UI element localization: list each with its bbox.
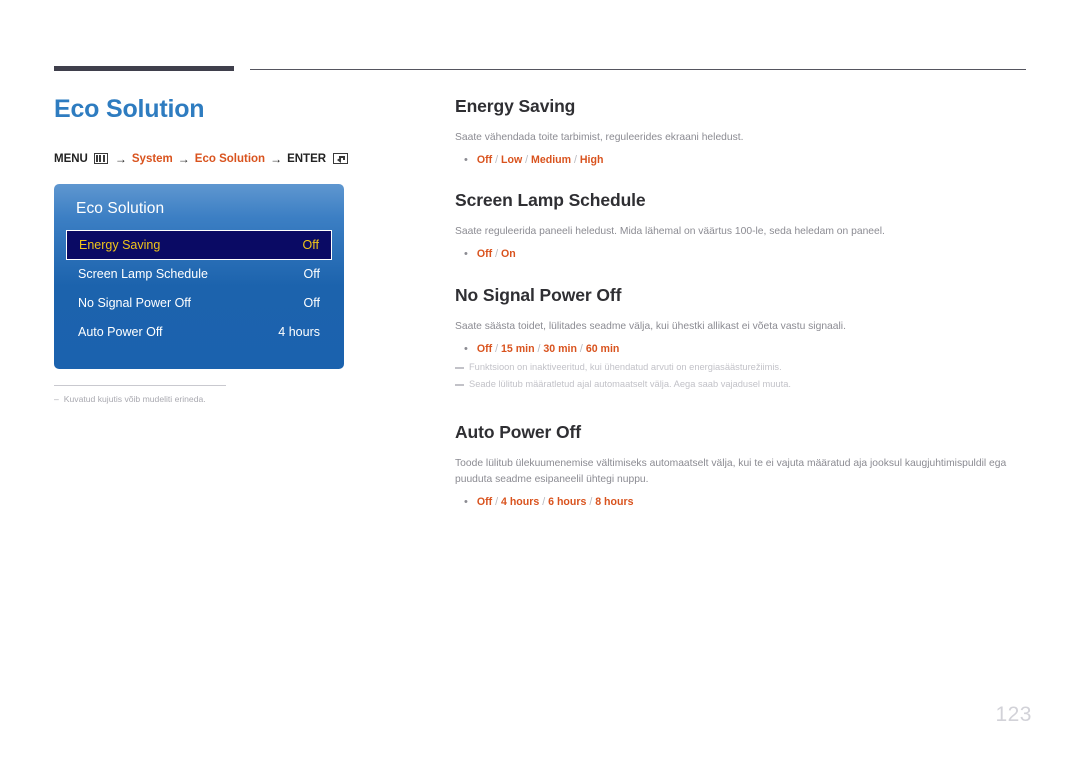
breadcrumb-menu-label: MENU (54, 152, 88, 165)
osd-row-label: Screen Lamp Schedule (78, 267, 208, 281)
osd-footnote: – Kuvatud kujutis võib mudeliti erineda. (54, 384, 226, 405)
section-body: Saate säästa toidet, lülitades seadme vä… (455, 320, 846, 332)
osd-row-auto-power-off[interactable]: Auto Power Off 4 hours (66, 318, 332, 347)
section-auto-power-off: Auto Power Off Toode lülitub ülekuumenem… (455, 422, 1025, 510)
footnote-text: Kuvatud kujutis võib mudeliti erineda. (63, 393, 206, 404)
section-heading: Screen Lamp Schedule (455, 190, 646, 211)
footnote-dash: – (54, 393, 59, 404)
header-rule-thick (54, 66, 234, 71)
sub-note-text: Seade lülitub määratletud ajal automaats… (469, 378, 791, 389)
section-option-row: • Off / On (455, 247, 1025, 262)
osd-row-value: Off (302, 237, 319, 252)
left-column: Eco Solution MENU → System → Eco Solutio… (54, 95, 414, 405)
section-body: Saate reguleerida paneeli heledust. Mida… (455, 226, 885, 238)
osd-row-value: Off (303, 296, 320, 310)
breadcrumb-enter-label: ENTER (287, 152, 327, 165)
sub-note-text: Funktsioon on inaktiveeritud, kui ühenda… (469, 362, 782, 373)
section-no-signal-power-off: No Signal Power Off Saate säästa toidet,… (455, 285, 1025, 392)
osd-row-label: Auto Power Off (78, 325, 163, 339)
sub-note-dash-icon (455, 367, 464, 369)
menu-grid-icon (93, 153, 108, 164)
osd-row-label: No Signal Power Off (78, 296, 192, 310)
breadcrumb-arrow-3: → (270, 151, 283, 166)
section-body: Toode lülitub ülekuumenemise vältimiseks… (455, 457, 1007, 485)
section-body: Saate vähendada toite tarbimist, regulee… (455, 132, 744, 143)
section-heading: Energy Saving (455, 96, 576, 116)
osd-row-screen-lamp-schedule[interactable]: Screen Lamp Schedule Off (66, 260, 332, 289)
osd-row-label: Energy Saving (79, 237, 161, 252)
section-screen-lamp-schedule: Screen Lamp Schedule Saate reguleerida p… (455, 190, 1025, 262)
page-number: 123 (995, 703, 1032, 726)
header-rule-thin (250, 69, 1026, 70)
footnote-line: – Kuvatud kujutis võib mudeliti erineda. (54, 393, 226, 405)
osd-menu-title: Eco Solution (76, 199, 165, 217)
osd-row-energy-saving[interactable]: Energy Saving Off (66, 229, 332, 260)
bullet-icon: • (464, 153, 468, 166)
bullet-icon: • (464, 495, 468, 508)
osd-row-no-signal-power-off[interactable]: No Signal Power Off Off (66, 289, 332, 318)
section-sub-note: Seade lülitub määratletud ajal automaats… (455, 378, 1025, 392)
osd-row-value: 4 hours (278, 325, 320, 339)
section-option-row: • Off / 15 min / 30 min / 60 min (455, 342, 1025, 357)
section-energy-saving: Energy Saving Saate vähendada toite tarb… (455, 96, 1025, 168)
section-heading: Auto Power Off (455, 421, 581, 442)
bullet-icon: • (464, 248, 468, 261)
section-heading: No Signal Power Off (455, 284, 622, 305)
page-title: Eco Solution (54, 95, 205, 123)
osd-menu-rows: Energy Saving Off Screen Lamp Schedule O… (54, 229, 344, 347)
breadcrumb-step-eco-solution[interactable]: Eco Solution (195, 153, 265, 165)
right-column: Energy Saving Saate vähendada toite tarb… (455, 96, 1025, 532)
breadcrumb-arrow-2: → (177, 151, 190, 166)
breadcrumb-step-system[interactable]: System (132, 153, 173, 165)
section-option-row: • Off / 4 hours / 6 hours / 8 hours (455, 495, 1025, 510)
enter-return-icon (333, 153, 349, 164)
section-options: Off / On (476, 248, 516, 261)
header-rules (54, 66, 1026, 74)
osd-row-value: Off (303, 267, 320, 281)
section-option-row: • Off / Low / Medium / High (455, 153, 1025, 168)
section-sub-note: Funktsioon on inaktiveeritud, kui ühenda… (455, 361, 1025, 375)
section-options: Off / 15 min / 30 min / 60 min (476, 342, 620, 355)
breadcrumb: MENU → System → Eco Solution → ENTER (54, 152, 414, 166)
bullet-icon: • (464, 342, 468, 355)
section-options: Off / Low / Medium / High (476, 153, 604, 166)
osd-menu-panel: Eco Solution Energy Saving Off Screen La… (54, 183, 344, 369)
sub-note-dash-icon (455, 383, 464, 386)
section-options: Off / 4 hours / 6 hours / 8 hours (476, 495, 634, 508)
breadcrumb-arrow-1: → (114, 151, 127, 166)
footnote-divider (54, 384, 226, 386)
